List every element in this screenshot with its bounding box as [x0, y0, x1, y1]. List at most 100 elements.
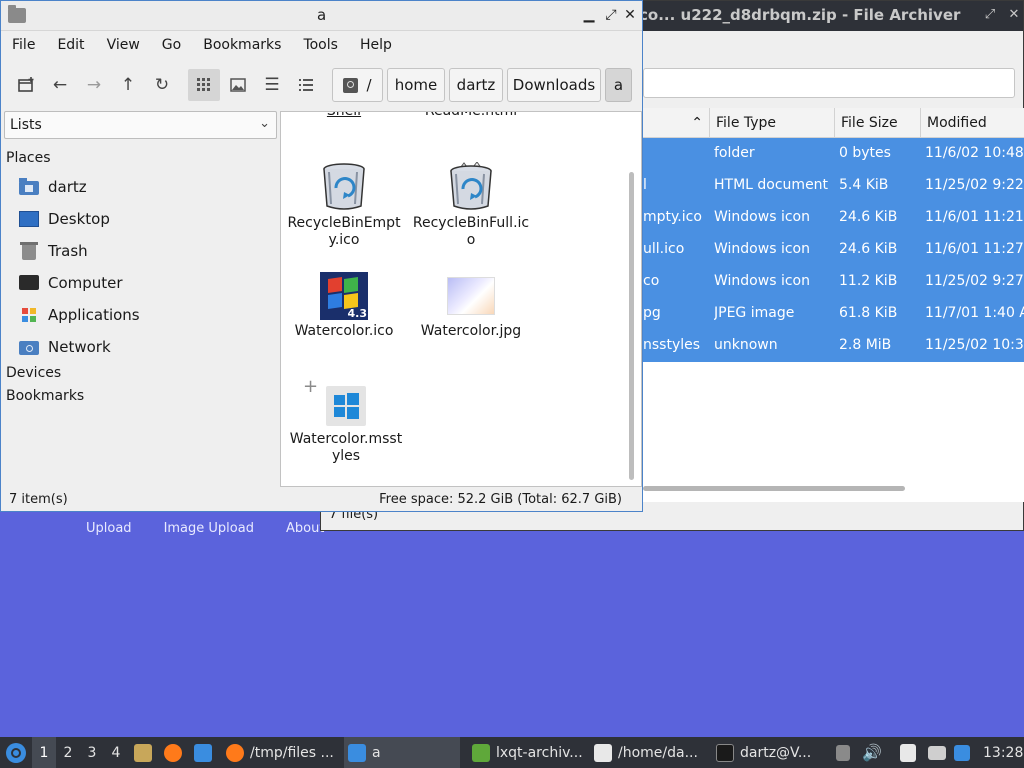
breadcrumb-current[interactable]: a — [605, 68, 632, 102]
free-space-status: Free space: 52.2 GiB (Total: 62.7 GiB) — [379, 492, 622, 507]
file-item-watercolor-jpg[interactable]: Watercolor.jpg — [412, 272, 530, 340]
vertical-scrollbar[interactable] — [629, 172, 634, 480]
folder-launcher-icon[interactable] — [194, 737, 218, 768]
section-bookmarks[interactable]: Bookmarks — [6, 388, 84, 404]
workspace-4[interactable]: 4 — [104, 737, 128, 768]
task-terminal[interactable]: dartz@V... — [712, 737, 811, 768]
file-item-shell[interactable]: Shell — [285, 112, 403, 120]
table-row[interactable]: nsstyles unknown 2.8 MiB 11/25/02 10:38 — [643, 330, 1024, 362]
column-modified[interactable]: Modified — [920, 108, 1024, 138]
firefox-icon — [226, 743, 244, 762]
thumbnail-view-icon[interactable] — [222, 69, 254, 101]
upload-link[interactable]: Upload — [70, 518, 148, 539]
workspace-3[interactable]: 3 — [80, 737, 104, 768]
breadcrumb-root[interactable]: / — [332, 68, 383, 102]
section-places[interactable]: Places — [6, 150, 51, 166]
desktop-links: Upload Image Upload About — [70, 518, 340, 539]
folder-icon — [8, 5, 26, 23]
menu-view[interactable]: View — [96, 32, 151, 60]
horizontal-scrollbar[interactable] — [643, 486, 905, 491]
workspace-2[interactable]: 2 — [56, 737, 80, 768]
forward-arrow-icon[interactable]: → — [78, 69, 110, 101]
reload-icon[interactable]: ↻ — [146, 69, 178, 101]
file-manager-titlebar[interactable]: a ▁ ⤢ ✕ — [1, 1, 642, 31]
clock[interactable]: 13:28 — [983, 737, 1023, 768]
clipboard-icon[interactable] — [900, 737, 922, 768]
file-item-watercolor-msstyles[interactable]: + Watercolor.msstyles — [287, 378, 405, 466]
menu-edit[interactable]: Edit — [46, 32, 95, 60]
breadcrumb-home[interactable]: home — [387, 68, 445, 102]
file-manager-launcher-icon[interactable] — [134, 737, 158, 768]
place-item-applications[interactable]: Applications — [19, 302, 140, 328]
table-row[interactable]: ull.ico Windows icon 24.6 KiB 11/6/01 11… — [643, 234, 1024, 266]
recycle-bin-full-icon — [450, 162, 492, 210]
text-editor-icon — [594, 743, 612, 762]
back-arrow-icon[interactable]: ← — [44, 69, 76, 101]
icon-view-icon[interactable] — [188, 69, 220, 101]
maximize-icon[interactable]: ⤢ — [983, 8, 997, 22]
new-tab-icon[interactable] — [10, 69, 42, 101]
file-manager-window: a ▁ ⤢ ✕ File Edit View Go Bookmarks Tool… — [0, 0, 643, 512]
display-icon[interactable] — [928, 737, 952, 768]
sort-ascending-icon[interactable]: ⌃ — [643, 108, 709, 138]
add-selection-icon[interactable]: + — [303, 378, 318, 396]
section-devices[interactable]: Devices — [6, 365, 61, 381]
place-item-computer[interactable]: Computer — [19, 270, 123, 296]
breadcrumb-downloads[interactable]: Downloads — [507, 68, 601, 102]
table-row[interactable]: mpty.ico Windows icon 24.6 KiB 11/6/01 1… — [643, 202, 1024, 234]
folder-icon — [348, 743, 366, 762]
network-folder-icon — [19, 338, 39, 356]
task-editor[interactable]: /home/da... — [590, 737, 698, 768]
close-icon[interactable]: ✕ — [622, 7, 638, 23]
network-tray-icon[interactable] — [836, 737, 856, 768]
table-row[interactable]: pg JPEG image 61.8 KiB 11/7/01 1:40 A — [643, 298, 1024, 330]
menu-file[interactable]: File — [1, 32, 46, 60]
file-item-watercolor-ico[interactable]: 4.3 Watercolor.ico — [285, 272, 403, 340]
place-item-dartz[interactable]: dartz — [19, 174, 87, 200]
task-file-manager[interactable]: a — [344, 737, 460, 768]
start-menu-icon[interactable] — [4, 737, 28, 768]
menu-go[interactable]: Go — [151, 32, 192, 60]
up-arrow-icon[interactable]: ↑ — [112, 69, 144, 101]
desktop-icon — [19, 210, 39, 228]
archiver-file-table: ⌃ File Type File Size Modified folder 0 … — [643, 108, 1024, 502]
close-icon[interactable]: ✕ — [1007, 8, 1021, 22]
archiver-title: co... u222_d8drbqm.zip - File Archiver — [639, 6, 961, 24]
terminal-icon — [716, 743, 734, 762]
minimize-icon[interactable]: ▁ — [581, 7, 597, 23]
maximize-icon[interactable]: ⤢ — [603, 7, 619, 23]
file-item-recyclebinempty[interactable]: RecycleBinEmpty.ico — [285, 162, 403, 249]
drive-icon — [343, 77, 359, 93]
toolbar: ← → ↑ ↻ ☰ / home dartz Downloads a — [1, 65, 642, 105]
table-row[interactable]: folder 0 bytes 11/6/02 10:48 — [643, 138, 1024, 170]
place-item-desktop[interactable]: Desktop — [19, 206, 110, 232]
firefox-launcher-icon[interactable] — [164, 737, 188, 768]
update-notifier-icon[interactable] — [954, 737, 976, 768]
detailed-view-icon[interactable] — [290, 69, 322, 101]
windows-logo-icon — [326, 386, 366, 426]
file-item-readme[interactable]: ReadMe.html — [412, 112, 530, 120]
side-pane-mode-select[interactable]: Lists ⌄ — [4, 111, 277, 139]
task-archiver[interactable]: lxqt-archiv... — [468, 737, 583, 768]
volume-icon[interactable]: 🔊 — [862, 737, 882, 768]
file-item-recyclebinfull[interactable]: RecycleBinFull.ico — [412, 162, 530, 249]
image-upload-link[interactable]: Image Upload — [148, 518, 270, 539]
archiver-filter-input[interactable] — [643, 68, 1015, 98]
archiver-icon — [472, 743, 490, 762]
menu-tools[interactable]: Tools — [292, 32, 349, 60]
workspace-1[interactable]: 1 — [32, 737, 56, 768]
table-body: folder 0 bytes 11/6/02 10:48 l HTML docu… — [643, 138, 1024, 362]
place-item-trash[interactable]: Trash — [19, 238, 88, 264]
table-row[interactable]: co Windows icon 11.2 KiB 11/25/02 9:27 — [643, 266, 1024, 298]
menu-bookmarks[interactable]: Bookmarks — [192, 32, 292, 60]
place-item-network[interactable]: Network — [19, 334, 111, 360]
menu-help[interactable]: Help — [349, 32, 403, 60]
breadcrumb-dartz[interactable]: dartz — [449, 68, 503, 102]
compact-view-icon[interactable]: ☰ — [256, 69, 288, 101]
column-file-type[interactable]: File Type — [709, 108, 834, 138]
column-file-size[interactable]: File Size — [834, 108, 920, 138]
task-firefox[interactable]: /tmp/files ... — [222, 737, 334, 768]
table-row[interactable]: l HTML document 5.4 KiB 11/25/02 9:22 — [643, 170, 1024, 202]
window-title: a — [317, 6, 327, 24]
file-icon-view[interactable]: Shell ReadMe.html RecycleBinEmpty.ico Re… — [280, 111, 642, 487]
